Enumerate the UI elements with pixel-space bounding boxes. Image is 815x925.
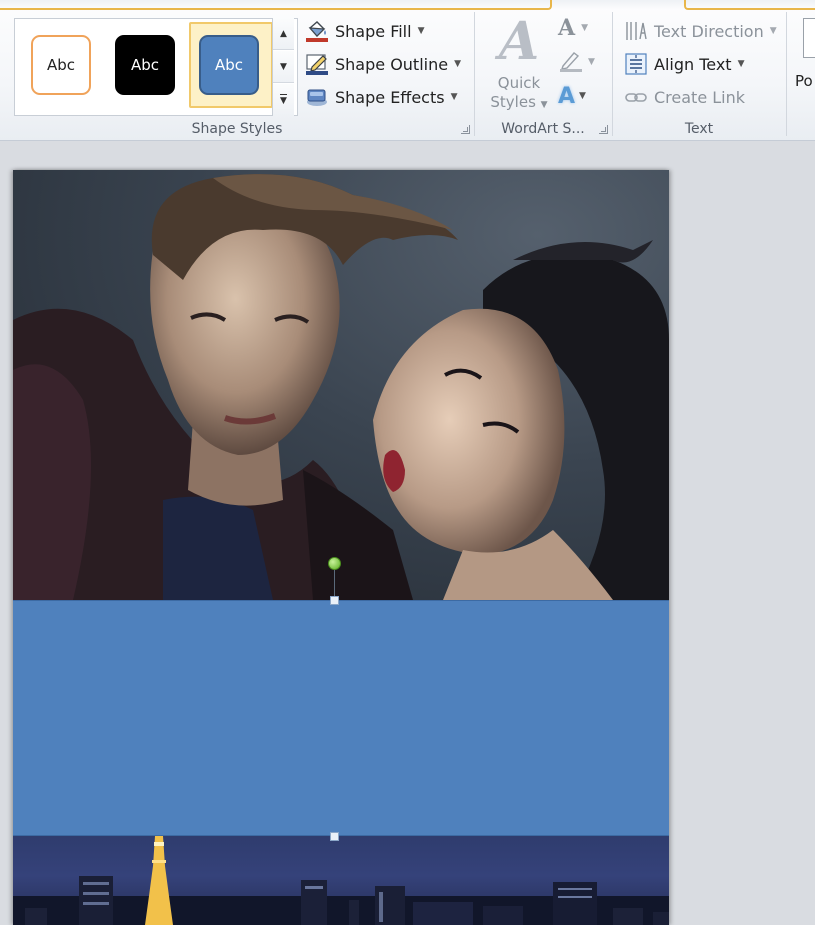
text-direction-label: Text Direction [654, 21, 764, 41]
dropdown-caret-icon: ▼ [737, 59, 745, 69]
pencil-outline-icon [305, 52, 329, 76]
wordart-a-icon: A [498, 11, 540, 72]
quick-styles-label-line2: Styles ▼ [490, 93, 548, 111]
quick-styles-label-line1: Quick [497, 74, 541, 92]
text-direction-icon [624, 19, 648, 43]
chain-link-icon [624, 85, 648, 109]
shape-effects-label: Shape Effects [335, 87, 445, 107]
shape-outline-label: Shape Outline [335, 54, 449, 74]
rotation-handle-stem [334, 568, 335, 596]
gallery-scroll-up-button[interactable]: ▲ [273, 18, 294, 50]
ribbon: Abc Abc Abc ▲ ▼ ▼ Shape Fill ▼ Shape Out… [0, 0, 815, 141]
resize-handle-top[interactable] [330, 596, 339, 605]
shape-effects-button[interactable]: Shape Effects ▼ [305, 84, 458, 110]
align-text-icon [624, 52, 648, 76]
group-separator [786, 12, 787, 136]
dropdown-caret-icon: ▼ [579, 91, 586, 101]
dropdown-caret-icon: ▼ [450, 92, 458, 102]
dropdown-caret-icon: ▼ [588, 57, 595, 67]
city-skyline-photo[interactable] [13, 836, 669, 925]
wordart-styles-group: A Quick Styles ▼ A ▼ ▼ A ▼ WordArt S... [474, 10, 612, 140]
rotation-handle[interactable] [328, 557, 341, 570]
shape-effects-icon [305, 85, 329, 109]
shape-style-black-fill[interactable]: Abc [115, 35, 175, 95]
text-effects-icon: A [558, 83, 576, 109]
position-label: Po [795, 72, 813, 90]
couple-photo[interactable] [13, 170, 669, 600]
gallery-more-button[interactable]: ▼ [273, 84, 294, 116]
text-fill-button[interactable]: A ▼ [558, 14, 598, 42]
active-tab-edge-right [684, 0, 815, 10]
shape-styles-group-label: Shape Styles [191, 121, 283, 137]
text-fill-icon: A [558, 15, 576, 41]
shape-style-orange-outline[interactable]: Abc [31, 35, 91, 95]
text-group: Text Direction ▼ Align Text ▼ Create Lin… [612, 10, 786, 140]
shape-style-blue-fill[interactable]: Abc [199, 35, 259, 95]
dropdown-caret-icon: ▼ [581, 23, 588, 33]
shape-fill-label: Shape Fill [335, 21, 412, 41]
dropdown-caret-icon: ▼ [769, 26, 777, 36]
align-text-label: Align Text [654, 54, 732, 74]
text-group-label: Text [684, 121, 714, 137]
shape-fill-button[interactable]: Shape Fill ▼ [305, 18, 424, 44]
position-button-partial[interactable]: Po [793, 18, 815, 90]
couple-photo-illustration [13, 174, 669, 600]
position-icon [803, 18, 815, 58]
dropdown-caret-icon: ▼ [454, 59, 461, 69]
active-tab-edge-left [0, 0, 552, 10]
resize-handle-bottom[interactable] [330, 832, 339, 841]
dialog-launcher-icon[interactable] [599, 125, 608, 134]
city-skyline-illustration [13, 836, 669, 925]
shape-styles-gallery: Abc Abc Abc [14, 18, 298, 116]
create-link-label: Create Link [654, 87, 746, 107]
text-effects-button[interactable]: A ▼ [558, 82, 598, 110]
gallery-scrollbar: ▲ ▼ ▼ [272, 18, 294, 116]
shape-outline-button[interactable]: Shape Outline ▼ [305, 51, 461, 77]
gallery-scroll-down-button[interactable]: ▼ [273, 51, 294, 83]
create-link-button[interactable]: Create Link [624, 84, 745, 110]
dropdown-caret-icon: ▼ [417, 26, 425, 36]
text-outline-button[interactable]: ▼ [558, 48, 598, 76]
text-outline-icon [558, 48, 584, 76]
align-text-button[interactable]: Align Text ▼ [624, 51, 745, 77]
dialog-launcher-icon[interactable] [461, 125, 470, 134]
quick-styles-button[interactable]: A Quick Styles ▼ [490, 12, 548, 115]
wordart-group-label: WordArt S... [501, 121, 585, 137]
shape-styles-group: Abc Abc Abc ▲ ▼ ▼ Shape Fill ▼ Shape Out… [0, 10, 474, 140]
blue-rectangle-shape[interactable] [13, 600, 669, 836]
paint-bucket-icon [305, 19, 329, 43]
text-direction-button[interactable]: Text Direction ▼ [624, 18, 777, 44]
